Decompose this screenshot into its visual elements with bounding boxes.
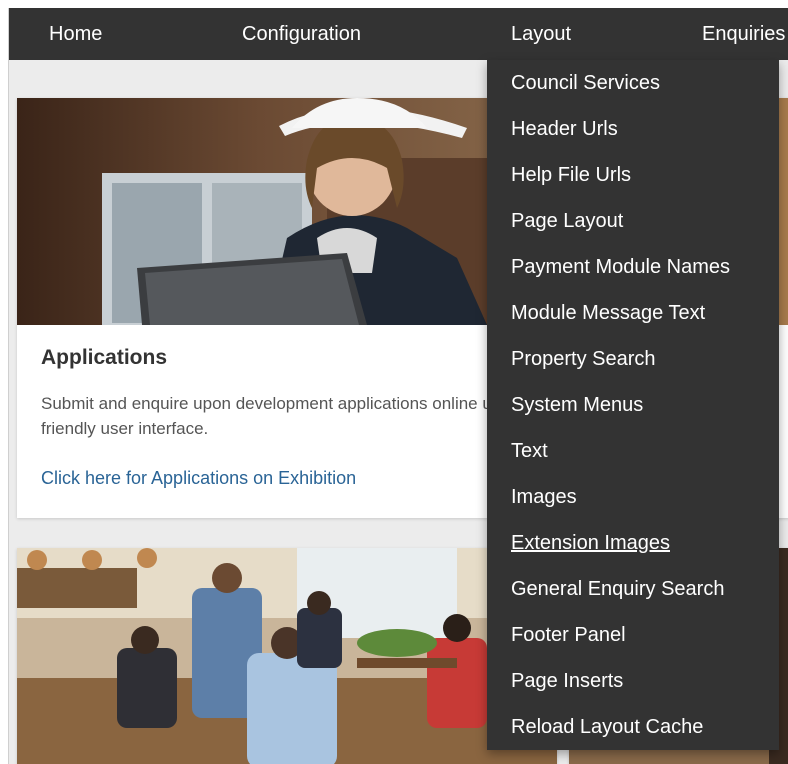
page-frame: Home Configuration Layout Enquiries Appl… [8, 8, 788, 764]
applications-card: Applications Submit and enquire upon dev… [17, 98, 557, 518]
menu-item-images[interactable]: Images [511, 480, 577, 514]
cafe-people-photo [17, 548, 557, 764]
menu-item-help-file-urls[interactable]: Help File Urls [511, 158, 631, 192]
menu-item-extension-images[interactable]: Extension Images [511, 526, 670, 560]
menu-item-header-urls[interactable]: Header Urls [511, 112, 618, 146]
menu-item-reload-layout-cache[interactable]: Reload Layout Cache [511, 710, 703, 744]
menu-item-module-message-text[interactable]: Module Message Text [511, 296, 705, 330]
layout-dropdown-menu: Council Services Header Urls Help File U… [487, 60, 779, 750]
menu-item-footer-panel[interactable]: Footer Panel [511, 618, 626, 652]
menu-item-page-inserts[interactable]: Page Inserts [511, 664, 623, 698]
menu-item-property-search[interactable]: Property Search [511, 342, 656, 376]
menu-item-system-menus[interactable]: System Menus [511, 388, 643, 422]
menu-item-council-services[interactable]: Council Services [511, 66, 660, 100]
card-title: Applications [41, 346, 168, 369]
card-description: Submit and enquire upon development appl… [41, 394, 553, 438]
nav-layout[interactable]: Layout [511, 8, 571, 60]
nav-home[interactable]: Home [49, 8, 102, 60]
menu-item-page-layout[interactable]: Page Layout [511, 204, 623, 238]
menu-item-text[interactable]: Text [511, 434, 548, 468]
menu-item-general-enquiry-search[interactable]: General Enquiry Search [511, 572, 724, 606]
applications-exhibition-link[interactable]: Click here for Applications on Exhibitio… [41, 468, 356, 489]
top-navbar: Home Configuration Layout Enquiries [9, 8, 788, 60]
worker-with-tablet-photo [17, 98, 557, 325]
nav-enquiries[interactable]: Enquiries [702, 8, 785, 60]
nav-configuration[interactable]: Configuration [242, 8, 361, 60]
cafe-card [17, 548, 557, 764]
menu-item-payment-module-names[interactable]: Payment Module Names [511, 250, 730, 284]
